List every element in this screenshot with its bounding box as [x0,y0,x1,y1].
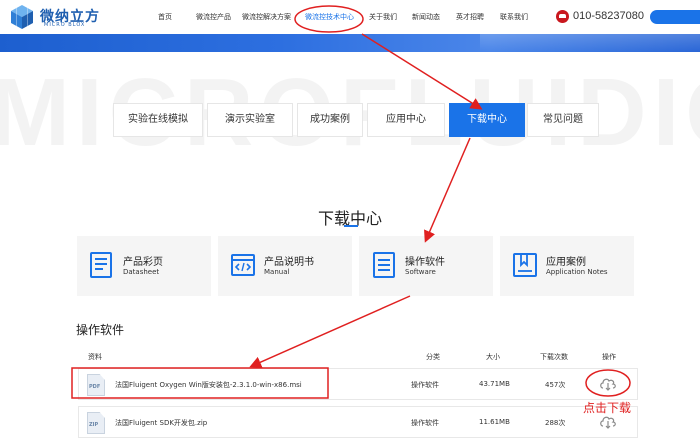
nav-about[interactable]: 关于我们 [369,12,397,22]
card-title: 应用案例 [546,257,586,268]
file-name[interactable]: 法国Fluigent Oxygen Win版安装包-2.3.1.0-win-x8… [115,380,302,390]
title-underline [344,225,358,227]
nav-products[interactable]: 微流控产品 [196,12,231,22]
code-window-icon [231,254,255,276]
card-datasheet[interactable]: 产品彩页 Datasheet [77,236,211,296]
download-count: 288次 [545,419,566,427]
bookmark-book-icon [513,253,537,277]
card-application-notes[interactable]: 应用案例 Application Notes [500,236,634,296]
nav-solutions[interactable]: 微流控解决方案 [242,12,291,22]
file-size: 43.71MB [479,380,510,388]
cube-logo-icon [11,5,33,29]
tab-application-center[interactable]: 应用中心 [367,103,445,137]
tab-success-cases[interactable]: 成功案例 [297,103,363,137]
list-title: 操作软件 [76,323,125,337]
nav-careers[interactable]: 英才招聘 [456,12,484,22]
file-name[interactable]: 法国Fluigent SDK开发包.zip [115,418,207,428]
card-title: 产品彩页 [123,257,163,268]
card-software[interactable]: 操作软件 Software [359,236,493,296]
cloud-download-icon[interactable] [599,414,617,430]
cloud-download-icon[interactable] [599,376,617,392]
tab-online-simulation[interactable]: 实验在线模拟 [113,103,203,137]
file-category: 操作软件 [411,419,439,427]
hero-banner [0,34,700,52]
logo-subtext: MICRO BLOX [44,22,86,28]
col-size: 大小 [486,353,500,361]
card-title: 产品说明书 [264,257,314,268]
search-input[interactable] [650,10,700,24]
col-downloads: 下载次数 [540,353,568,361]
nav-home[interactable]: 首页 [158,12,172,22]
tab-faq[interactable]: 常见问题 [527,103,599,137]
table-header: 资料 分类 大小 下载次数 操作 [76,346,636,366]
card-subtitle: Datasheet [123,268,160,276]
card-subtitle: Software [405,268,436,276]
file-size: 11.61MB [479,418,510,426]
tab-download-center[interactable]: 下载中心 [449,103,525,137]
phone-icon [556,10,569,23]
annotation-text: 点击下载 [583,401,632,415]
table-row: ZIP 法国Fluigent SDK开发包.zip 操作软件 11.61MB 2… [78,406,638,438]
card-title: 操作软件 [405,257,445,268]
nav-news[interactable]: 新闻动态 [412,12,440,22]
zip-file-icon: ZIP [87,412,105,434]
table-row: PDF 法国Fluigent Oxygen Win版安装包-2.3.1.0-wi… [78,368,638,400]
site-header: 微纳立方 MICRO BLOX 首页 微流控产品 微流控解决方案 微流控技术中心… [0,0,700,34]
list-document-icon [373,252,395,278]
col-file: 资料 [88,353,102,361]
col-category: 分类 [426,353,440,361]
nav-contact[interactable]: 联系我们 [500,12,528,22]
phone-number: 010-58237080 [573,10,644,22]
tab-demo-lab[interactable]: 演示实验室 [207,103,293,137]
pdf-file-icon: PDF [87,374,105,396]
nav-tech-center[interactable]: 微流控技术中心 [305,12,354,22]
download-count: 457次 [545,381,566,389]
card-subtitle: Manual [264,268,290,276]
site-logo[interactable]: 微纳立方 MICRO BLOX [8,3,118,31]
col-action: 操作 [602,353,616,361]
file-category: 操作软件 [411,381,439,389]
document-lines-icon [90,252,112,278]
card-subtitle: Application Notes [546,268,608,276]
card-manual[interactable]: 产品说明书 Manual [218,236,352,296]
